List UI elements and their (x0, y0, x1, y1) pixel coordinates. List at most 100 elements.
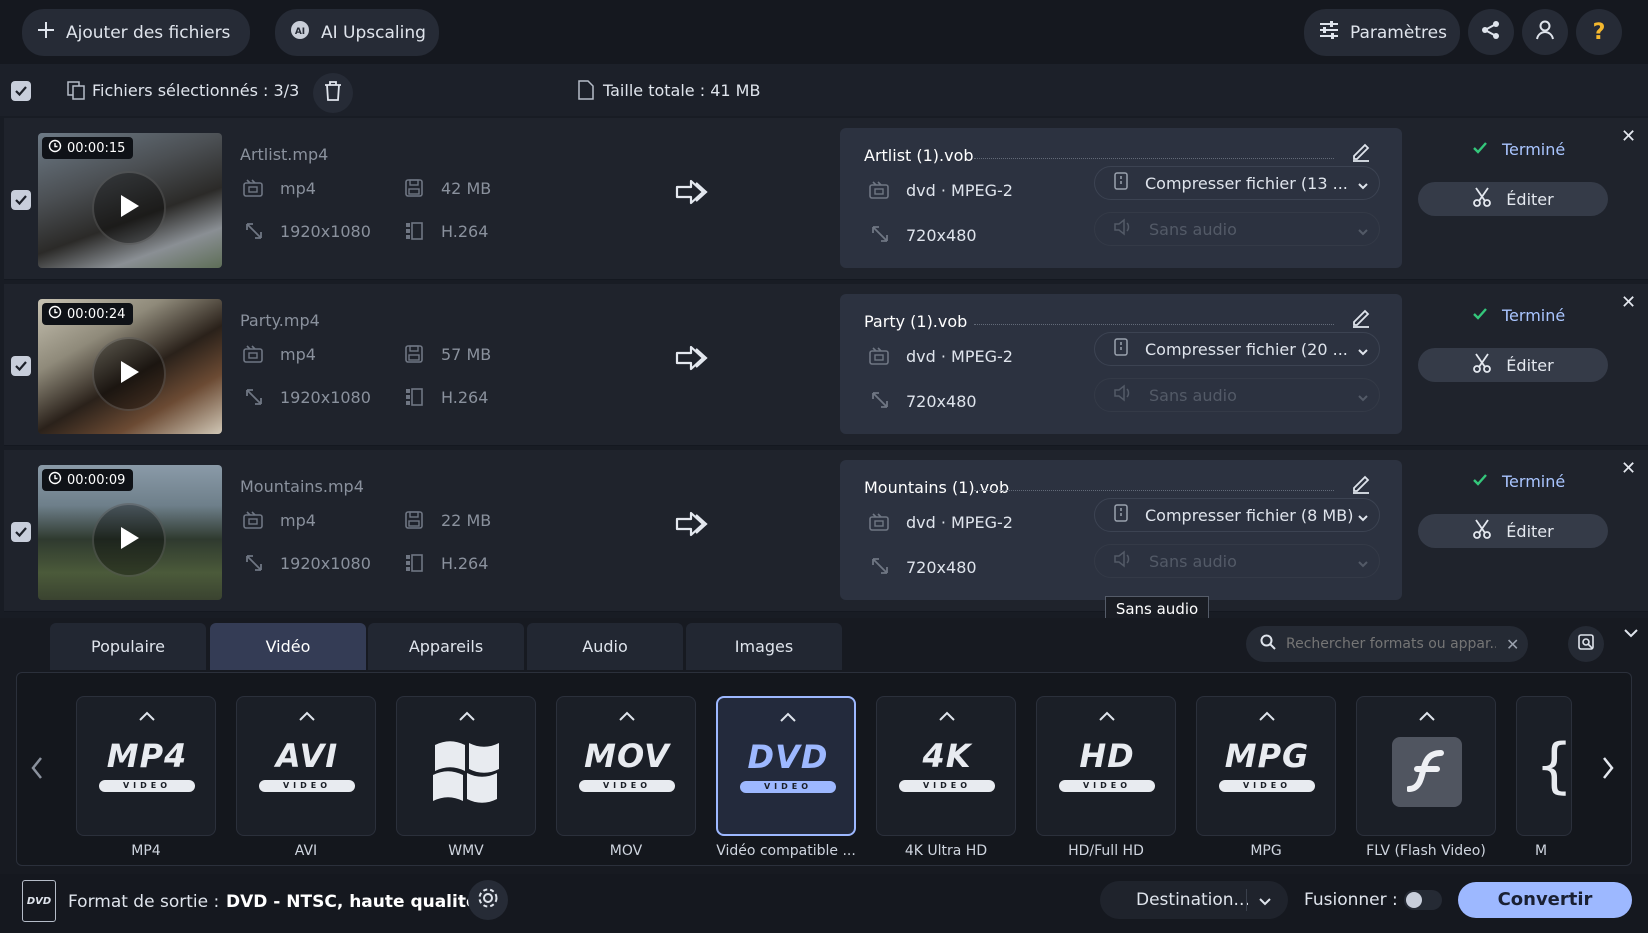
edit-button[interactable]: Éditer (1418, 348, 1608, 382)
file-row: 00:00:24 Party.mp4 mp4 57 MB 1920x1080 H… (4, 284, 1648, 446)
audio-select[interactable]: Sans audio (1094, 378, 1380, 412)
clear-search-icon[interactable]: ✕ (1506, 635, 1519, 654)
video-thumbnail[interactable]: 00:00:24 (38, 299, 222, 434)
share-button[interactable] (1468, 9, 1514, 55)
play-icon (117, 193, 141, 223)
audio-value: Sans audio (1149, 219, 1237, 239)
compress-select[interactable]: Compresser fichier (13 ... (1094, 166, 1380, 200)
search-box[interactable]: ✕ (1246, 626, 1528, 662)
ai-upscaling-button[interactable]: AI AI Upscaling (275, 9, 439, 56)
compress-icon (1113, 504, 1129, 526)
search-options-button[interactable] (1568, 626, 1604, 662)
pencil-icon[interactable] (1350, 306, 1372, 332)
settings-button[interactable]: Paramètres (1304, 9, 1460, 56)
scroll-left-icon[interactable] (30, 756, 44, 784)
pencil-icon[interactable] (1350, 140, 1372, 166)
format-card[interactable]: DVD VIDEO (716, 696, 856, 836)
source-format: mp4 (280, 345, 316, 364)
tab-appareils[interactable]: Appareils (368, 623, 524, 670)
edit-button[interactable]: Éditer (1418, 182, 1608, 216)
scissors-icon (1472, 186, 1492, 212)
output-format: dvd · MPEG-2 (906, 513, 1013, 532)
chevron-up-icon[interactable] (937, 707, 957, 726)
chevron-up-icon[interactable] (778, 708, 798, 727)
format-card[interactable]: 4K VIDEO (876, 696, 1016, 836)
check-icon (1472, 472, 1488, 491)
play-icon (117, 525, 141, 555)
scroll-right-icon[interactable] (1601, 756, 1615, 784)
collapse-panel-icon[interactable] (1623, 624, 1639, 643)
resize-icon (870, 224, 890, 248)
tab-populaire[interactable]: Populaire (50, 623, 206, 670)
audio-select[interactable]: Sans audio (1094, 212, 1380, 246)
help-icon: ? (1592, 19, 1606, 45)
compress-select[interactable]: Compresser fichier (8 MB) (1094, 498, 1380, 532)
tab-images[interactable]: Images (686, 623, 842, 670)
play-button[interactable] (92, 503, 166, 577)
chevron-up-icon[interactable] (617, 707, 637, 726)
convert-button[interactable]: Convertir (1458, 882, 1632, 918)
chevron-up-icon[interactable] (1257, 707, 1277, 726)
format-card[interactable]: MP4 VIDEO (76, 696, 216, 836)
file-checkbox[interactable] (11, 522, 31, 542)
edit-button[interactable]: Éditer (1418, 514, 1608, 548)
file-checkbox[interactable] (11, 190, 31, 210)
play-button[interactable] (92, 171, 166, 245)
remove-file-icon[interactable]: ✕ (1621, 458, 1636, 479)
pencil-icon[interactable] (1350, 472, 1372, 498)
film-icon (242, 344, 264, 368)
chevron-up-icon[interactable] (1417, 707, 1437, 726)
file-checkbox[interactable] (11, 356, 31, 376)
tab-video[interactable]: Vidéo (210, 623, 366, 670)
destination-button[interactable]: Destination... (1100, 881, 1288, 919)
account-button[interactable] (1522, 9, 1568, 55)
resize-icon (244, 387, 264, 411)
speaker-icon (1113, 384, 1133, 406)
format-card[interactable] (1356, 696, 1496, 836)
chevron-up-icon[interactable] (137, 707, 157, 726)
select-all-checkbox[interactable] (11, 81, 31, 101)
delete-button[interactable] (313, 73, 353, 113)
video-sub-badge: VIDEO (579, 780, 675, 792)
resize-icon (244, 553, 264, 577)
play-button[interactable] (92, 337, 166, 411)
video-sub-badge: VIDEO (740, 781, 836, 793)
format-card[interactable]: { (1516, 696, 1573, 836)
play-icon (117, 359, 141, 389)
chevron-down-icon[interactable] (1258, 893, 1272, 913)
video-thumbnail[interactable]: 00:00:09 (38, 465, 222, 600)
audio-select[interactable]: Sans audio (1094, 544, 1380, 578)
film-icon (868, 346, 890, 370)
film-icon (242, 510, 264, 534)
tab-audio[interactable]: Audio (527, 623, 683, 670)
trash-icon (324, 81, 342, 105)
output-file-name[interactable]: Party (1).vob (864, 312, 967, 331)
output-settings-button[interactable] (468, 880, 508, 920)
source-file-name: Mountains.mp4 (240, 477, 364, 496)
output-file-name[interactable]: Mountains (1).vob (864, 478, 1009, 497)
format-label: MP4 (131, 843, 161, 859)
format-card[interactable]: MPG VIDEO (1196, 696, 1336, 836)
merge-toggle[interactable] (1404, 890, 1442, 910)
format-label: 4K Ultra HD (904, 843, 988, 859)
video-thumbnail[interactable]: 00:00:15 (38, 133, 222, 268)
format-card[interactable] (396, 696, 536, 836)
output-file-name[interactable]: Artlist (1).vob (864, 146, 974, 165)
format-card[interactable]: AVI VIDEO (236, 696, 376, 836)
add-files-button[interactable]: Ajouter des fichiers (22, 9, 250, 56)
chevron-up-icon[interactable] (1097, 707, 1117, 726)
remove-file-icon[interactable]: ✕ (1621, 126, 1636, 147)
merge-label: Fusionner : (1304, 890, 1398, 910)
resize-icon (870, 390, 890, 414)
format-card[interactable]: MOV VIDEO (556, 696, 696, 836)
search-input[interactable] (1286, 636, 1496, 652)
film-icon (242, 178, 264, 202)
merge-toggle-knob (1406, 892, 1422, 908)
remove-file-icon[interactable]: ✕ (1621, 292, 1636, 313)
chevron-up-icon[interactable] (297, 707, 317, 726)
help-button[interactable]: ? (1576, 9, 1622, 55)
format-card[interactable]: HD VIDEO (1036, 696, 1176, 836)
source-file-name: Artlist.mp4 (240, 145, 329, 164)
compress-select[interactable]: Compresser fichier (20 ... (1094, 332, 1380, 366)
chevron-up-icon[interactable] (457, 707, 477, 726)
